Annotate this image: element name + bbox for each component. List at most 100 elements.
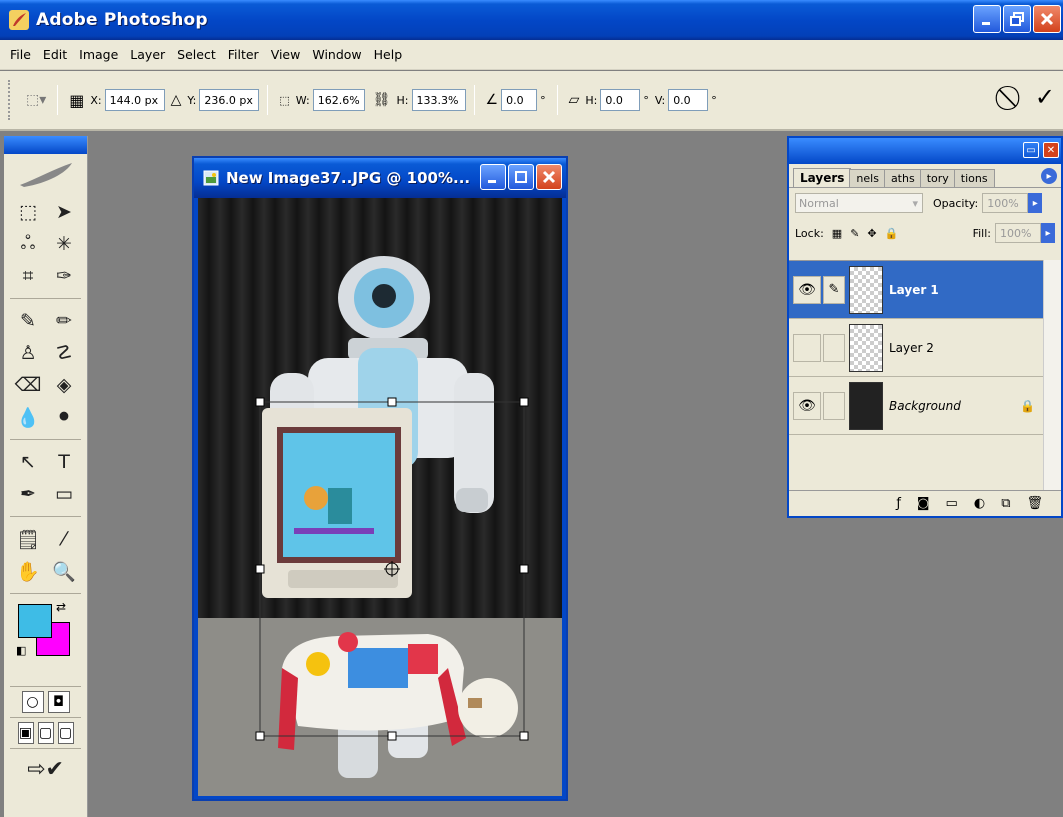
menu-window[interactable]: Window: [306, 47, 367, 62]
width-field[interactable]: 162.6%: [312, 89, 365, 111]
new-layer-icon[interactable]: ⧉: [1001, 496, 1010, 511]
fill-slider-button[interactable]: ▸: [1041, 223, 1055, 243]
eyedropper-tool-icon[interactable]: ⁄: [46, 523, 82, 555]
layer-style-icon[interactable]: ƒ: [896, 496, 901, 511]
transform-tool-preset-icon[interactable]: ⬚▾: [26, 92, 46, 108]
layer-mask-icon[interactable]: ◙: [917, 496, 930, 511]
adjustment-layer-icon[interactable]: ◐: [974, 496, 985, 511]
slice-tool-icon[interactable]: ✑: [46, 260, 82, 292]
link-toggle[interactable]: [823, 391, 845, 420]
rotate-angle-icon: ∠: [485, 92, 499, 108]
eraser-tool-icon[interactable]: ⌫: [10, 369, 46, 401]
quick-mask-mode-icon[interactable]: ◘: [47, 691, 70, 713]
magic-wand-tool-icon[interactable]: ✳: [46, 228, 82, 260]
tab-layers[interactable]: Layers: [793, 168, 852, 187]
layer-row-layer-1[interactable]: 👁 ✎ Layer 1: [789, 261, 1045, 319]
history-brush-tool-icon[interactable]: ☡: [46, 337, 82, 369]
toolbox-separator: [10, 516, 81, 517]
minimize-button[interactable]: [973, 5, 1001, 33]
restore-button[interactable]: [1003, 5, 1031, 33]
relative-position-icon[interactable]: △: [171, 92, 182, 108]
options-grip[interactable]: [8, 80, 12, 120]
opacity-field[interactable]: 100%: [982, 193, 1029, 213]
clone-stamp-tool-icon[interactable]: ♙: [10, 337, 46, 369]
tab-actions[interactable]: tions: [953, 169, 995, 187]
lock-transparency-icon[interactable]: ▦: [832, 227, 842, 240]
trash-icon[interactable]: 🗑: [1026, 496, 1043, 511]
chevron-down-icon: ▾: [912, 196, 918, 210]
menu-edit[interactable]: Edit: [37, 47, 73, 62]
dodge-tool-icon[interactable]: ⚫: [46, 401, 82, 433]
marquee-tool-icon[interactable]: ⬚: [10, 196, 46, 228]
brush-tool-icon[interactable]: ✏: [46, 305, 82, 337]
skew-h-field[interactable]: 0.0: [600, 89, 641, 111]
tab-history[interactable]: tory: [919, 169, 956, 187]
default-colors-icon[interactable]: ◧: [16, 644, 26, 657]
doc-maximize-button[interactable]: [508, 164, 534, 190]
lock-pixels-icon[interactable]: ✎: [850, 227, 859, 240]
swap-colors-icon[interactable]: ⇄: [56, 600, 66, 614]
layer-row-background[interactable]: 👁 Background 🔒: [789, 377, 1045, 435]
paint-bucket-tool-icon[interactable]: ◈: [46, 369, 82, 401]
image-canvas[interactable]: [198, 198, 562, 796]
toolbox-header[interactable]: [4, 136, 87, 154]
skew-v-field[interactable]: 0.0: [668, 89, 709, 111]
doc-close-button[interactable]: [536, 164, 562, 190]
reference-point-icon[interactable]: ▦: [69, 91, 84, 110]
panel-close-button[interactable]: ✕: [1043, 142, 1059, 158]
tab-channels[interactable]: nels: [849, 169, 886, 187]
doc-minimize-button[interactable]: [480, 164, 506, 190]
blur-tool-icon[interactable]: 💧: [10, 401, 46, 433]
visibility-eye-icon[interactable]: 👁: [793, 391, 821, 420]
jump-to-imageready-icon[interactable]: ⇨✔: [27, 753, 64, 785]
rotate-field[interactable]: 0.0: [501, 89, 538, 111]
brush-link-icon[interactable]: ✎: [823, 275, 845, 304]
feather-icon[interactable]: [4, 154, 87, 194]
menu-image[interactable]: Image: [73, 47, 124, 62]
link-icon[interactable]: ⛓: [373, 92, 391, 108]
menu-select[interactable]: Select: [171, 47, 222, 62]
foreground-color-swatch[interactable]: [18, 604, 52, 638]
close-button[interactable]: [1033, 5, 1061, 33]
menu-filter[interactable]: Filter: [222, 47, 265, 62]
blend-mode-select[interactable]: Normal ▾: [795, 193, 923, 213]
hand-tool-icon[interactable]: ✋: [10, 555, 46, 587]
rectangle-tool-icon[interactable]: ▭: [46, 478, 82, 510]
layers-panel-header[interactable]: ▭ ✕: [789, 138, 1061, 164]
fill-field[interactable]: 100%: [995, 223, 1041, 243]
panel-menu-button[interactable]: ▸: [1041, 168, 1057, 184]
path-selection-tool-icon[interactable]: ↖: [10, 446, 46, 478]
lock-position-icon[interactable]: ✥: [867, 227, 876, 240]
menu-file[interactable]: File: [4, 47, 37, 62]
screen-mode-full-icon[interactable]: ▢: [57, 722, 74, 744]
layer-row-layer-2[interactable]: Layer 2: [789, 319, 1045, 377]
screen-mode-standard-icon[interactable]: ▣: [17, 722, 34, 744]
link-toggle[interactable]: [823, 333, 845, 362]
robot-photo-image: [198, 198, 562, 796]
crop-tool-icon[interactable]: ⌗: [10, 260, 46, 292]
tab-paths[interactable]: aths: [883, 169, 922, 187]
new-group-icon[interactable]: ▭: [946, 496, 958, 511]
pen-tool-icon[interactable]: ✒: [10, 478, 46, 510]
menu-view[interactable]: View: [265, 47, 307, 62]
healing-brush-tool-icon[interactable]: ✎: [10, 305, 46, 337]
visibility-eye-icon[interactable]: 👁: [793, 275, 821, 304]
move-tool-icon[interactable]: ➤: [46, 196, 82, 228]
menu-layer[interactable]: Layer: [124, 47, 171, 62]
lock-all-icon[interactable]: 🔒: [885, 227, 899, 240]
type-tool-icon[interactable]: T: [46, 446, 82, 478]
opacity-slider-button[interactable]: ▸: [1028, 193, 1043, 213]
height-field[interactable]: 133.3%: [411, 89, 466, 111]
visibility-toggle[interactable]: [793, 333, 821, 362]
layer-list-scrollbar[interactable]: [1043, 260, 1061, 490]
standard-mode-icon[interactable]: ○: [21, 691, 44, 713]
zoom-tool-icon[interactable]: 🔍: [46, 555, 82, 587]
panel-minimize-button[interactable]: ▭: [1023, 142, 1039, 158]
commit-transform-icon[interactable]: ✓: [1035, 83, 1055, 111]
screen-mode-menu-icon[interactable]: ▢: [37, 722, 54, 744]
y-position-field[interactable]: 236.0 px: [199, 89, 260, 111]
notes-tool-icon[interactable]: 🗒: [10, 523, 46, 555]
lasso-tool-icon[interactable]: ஃ: [10, 228, 46, 260]
x-position-field[interactable]: 144.0 px: [104, 89, 165, 111]
menu-help[interactable]: Help: [368, 47, 409, 62]
